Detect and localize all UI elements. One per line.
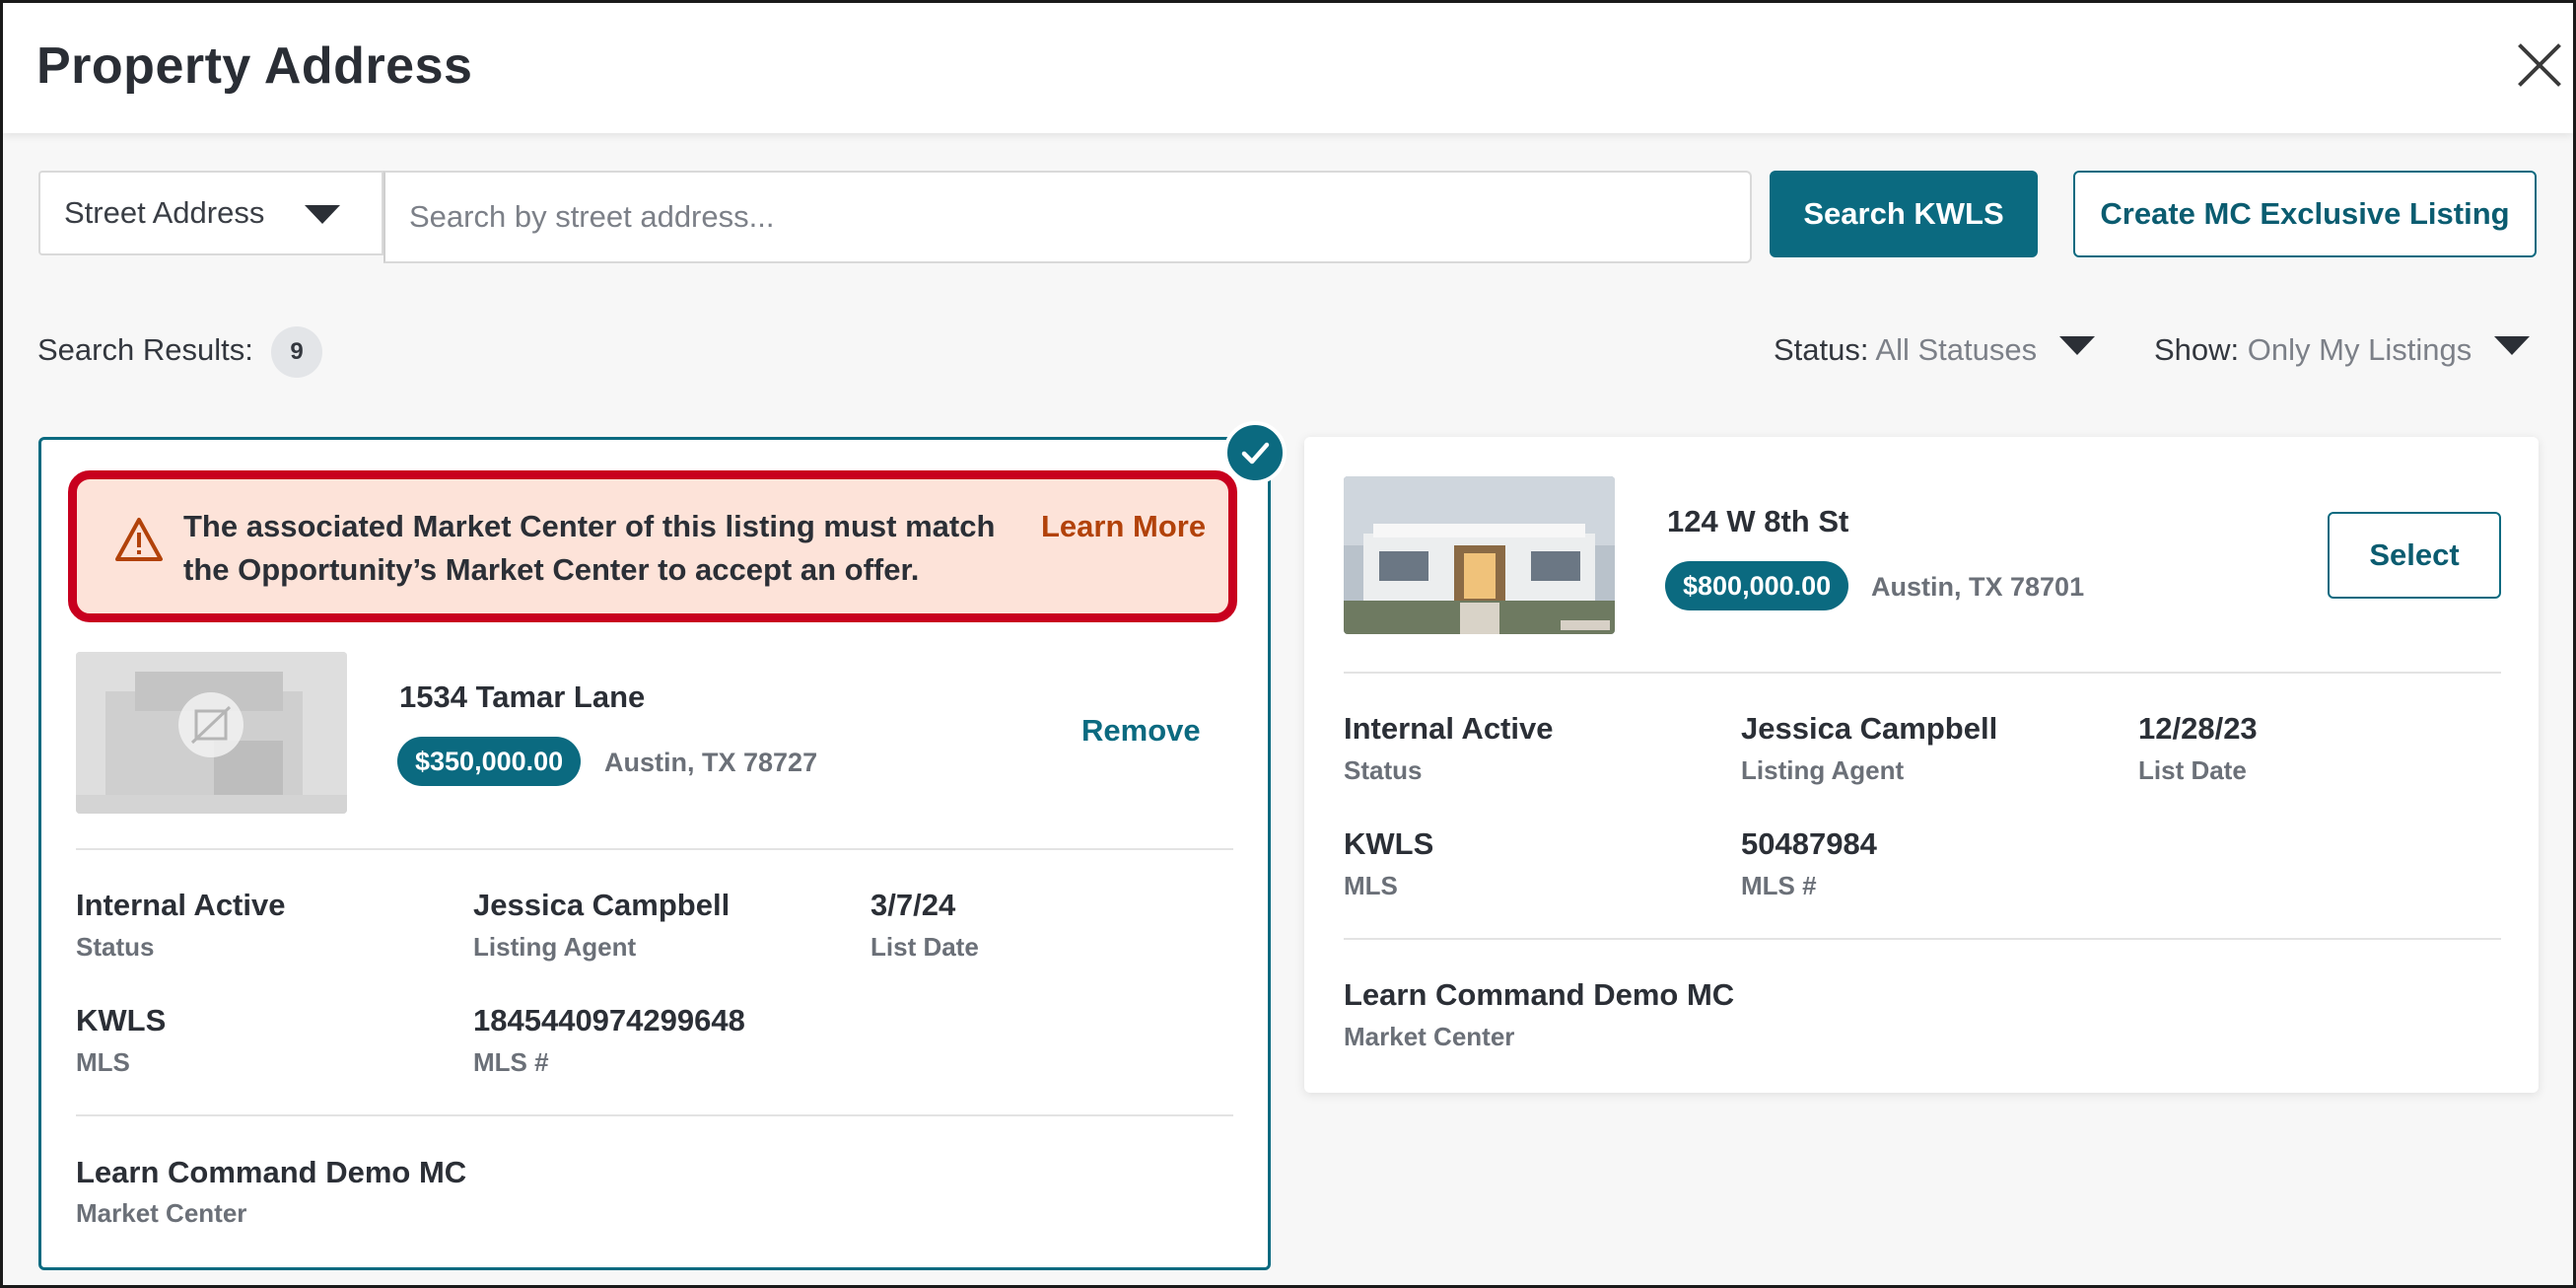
status-value: Internal Active	[1344, 711, 1554, 746]
show-filter-dropdown[interactable]: Show: Only My Listings	[2154, 332, 2530, 368]
market-center-label: Market Center	[76, 1198, 247, 1228]
listing-agent-value: Jessica Campbell	[473, 888, 731, 922]
selected-check-icon	[1223, 421, 1287, 484]
listing-photo	[1344, 476, 1615, 634]
list-date-label: List Date	[2138, 755, 2247, 785]
listing-address: 124 W 8th St	[1667, 504, 1849, 538]
list-date-value: 12/28/23	[2138, 711, 2258, 746]
status-filter-label: Status:	[1774, 332, 1869, 367]
search-type-value: Street Address	[64, 195, 265, 230]
list-date-label: List Date	[870, 932, 979, 962]
status-filter-dropdown[interactable]: Status: All Statuses	[1774, 332, 2095, 368]
market-center-warning-alert: The associated Market Center of this lis…	[68, 470, 1237, 622]
search-kwls-button[interactable]: Search KWLS	[1770, 171, 2038, 257]
warning-icon	[114, 517, 164, 567]
listing-price-badge: $800,000.00	[1665, 561, 1849, 610]
mls-number-value: 50487984	[1741, 826, 1877, 861]
remove-button[interactable]: Remove	[1081, 713, 1201, 749]
status-value: Internal Active	[76, 888, 286, 922]
listing-city: Austin, TX 78727	[604, 748, 818, 777]
divider	[76, 1114, 1233, 1116]
mls-label: MLS	[1344, 871, 1398, 900]
modal-header: Property Address	[3, 3, 2573, 133]
mls-number-label: MLS #	[1741, 871, 1817, 900]
chevron-down-icon	[2493, 336, 2530, 355]
mls-number-value: 1845440974299648	[473, 1003, 745, 1038]
status-label: Status	[76, 932, 155, 962]
mls-value: KWLS	[76, 1003, 167, 1038]
status-label: Status	[1344, 755, 1423, 785]
chevron-down-icon	[305, 205, 340, 224]
search-type-select[interactable]: Street Address	[38, 171, 383, 255]
status-filter-value: All Statuses	[1875, 332, 2038, 367]
show-filter-value: Only My Listings	[2247, 332, 2472, 367]
learn-more-link[interactable]: Learn More	[1041, 505, 1206, 548]
mls-value: KWLS	[1344, 826, 1434, 861]
search-results-count: 9	[271, 326, 322, 378]
listing-agent-value: Jessica Campbell	[1741, 711, 1998, 746]
divider	[76, 848, 1233, 850]
alert-message: The associated Market Center of this lis…	[183, 509, 996, 587]
listing-agent-label: Listing Agent	[473, 932, 637, 962]
listing-address: 1534 Tamar Lane	[399, 680, 646, 714]
search-results-label: Search Results:	[37, 332, 253, 367]
mls-label: MLS	[76, 1047, 130, 1077]
divider	[1344, 672, 2501, 674]
list-date-value: 3/7/24	[870, 888, 956, 922]
listing-photo-placeholder	[76, 652, 347, 814]
create-mc-exclusive-listing-button[interactable]: Create MC Exclusive Listing	[2073, 171, 2537, 257]
listing-city: Austin, TX 78701	[1871, 572, 2085, 602]
show-filter-label: Show:	[2154, 332, 2240, 367]
divider	[1344, 938, 2501, 940]
page-title: Property Address	[36, 37, 473, 95]
listing-agent-label: Listing Agent	[1741, 755, 1905, 785]
market-center-label: Market Center	[1344, 1022, 1515, 1051]
property-address-modal: Property Address Street Address Search K…	[0, 0, 2576, 1288]
close-icon[interactable]	[2515, 40, 2564, 90]
mls-number-label: MLS #	[473, 1047, 549, 1077]
listing-price-badge: $350,000.00	[397, 737, 582, 786]
market-center-value: Learn Command Demo MC	[1344, 977, 1735, 1012]
market-center-value: Learn Command Demo MC	[76, 1155, 467, 1189]
search-input[interactable]	[383, 171, 1752, 263]
select-button[interactable]: Select	[2328, 512, 2501, 599]
chevron-down-icon	[2058, 336, 2095, 355]
